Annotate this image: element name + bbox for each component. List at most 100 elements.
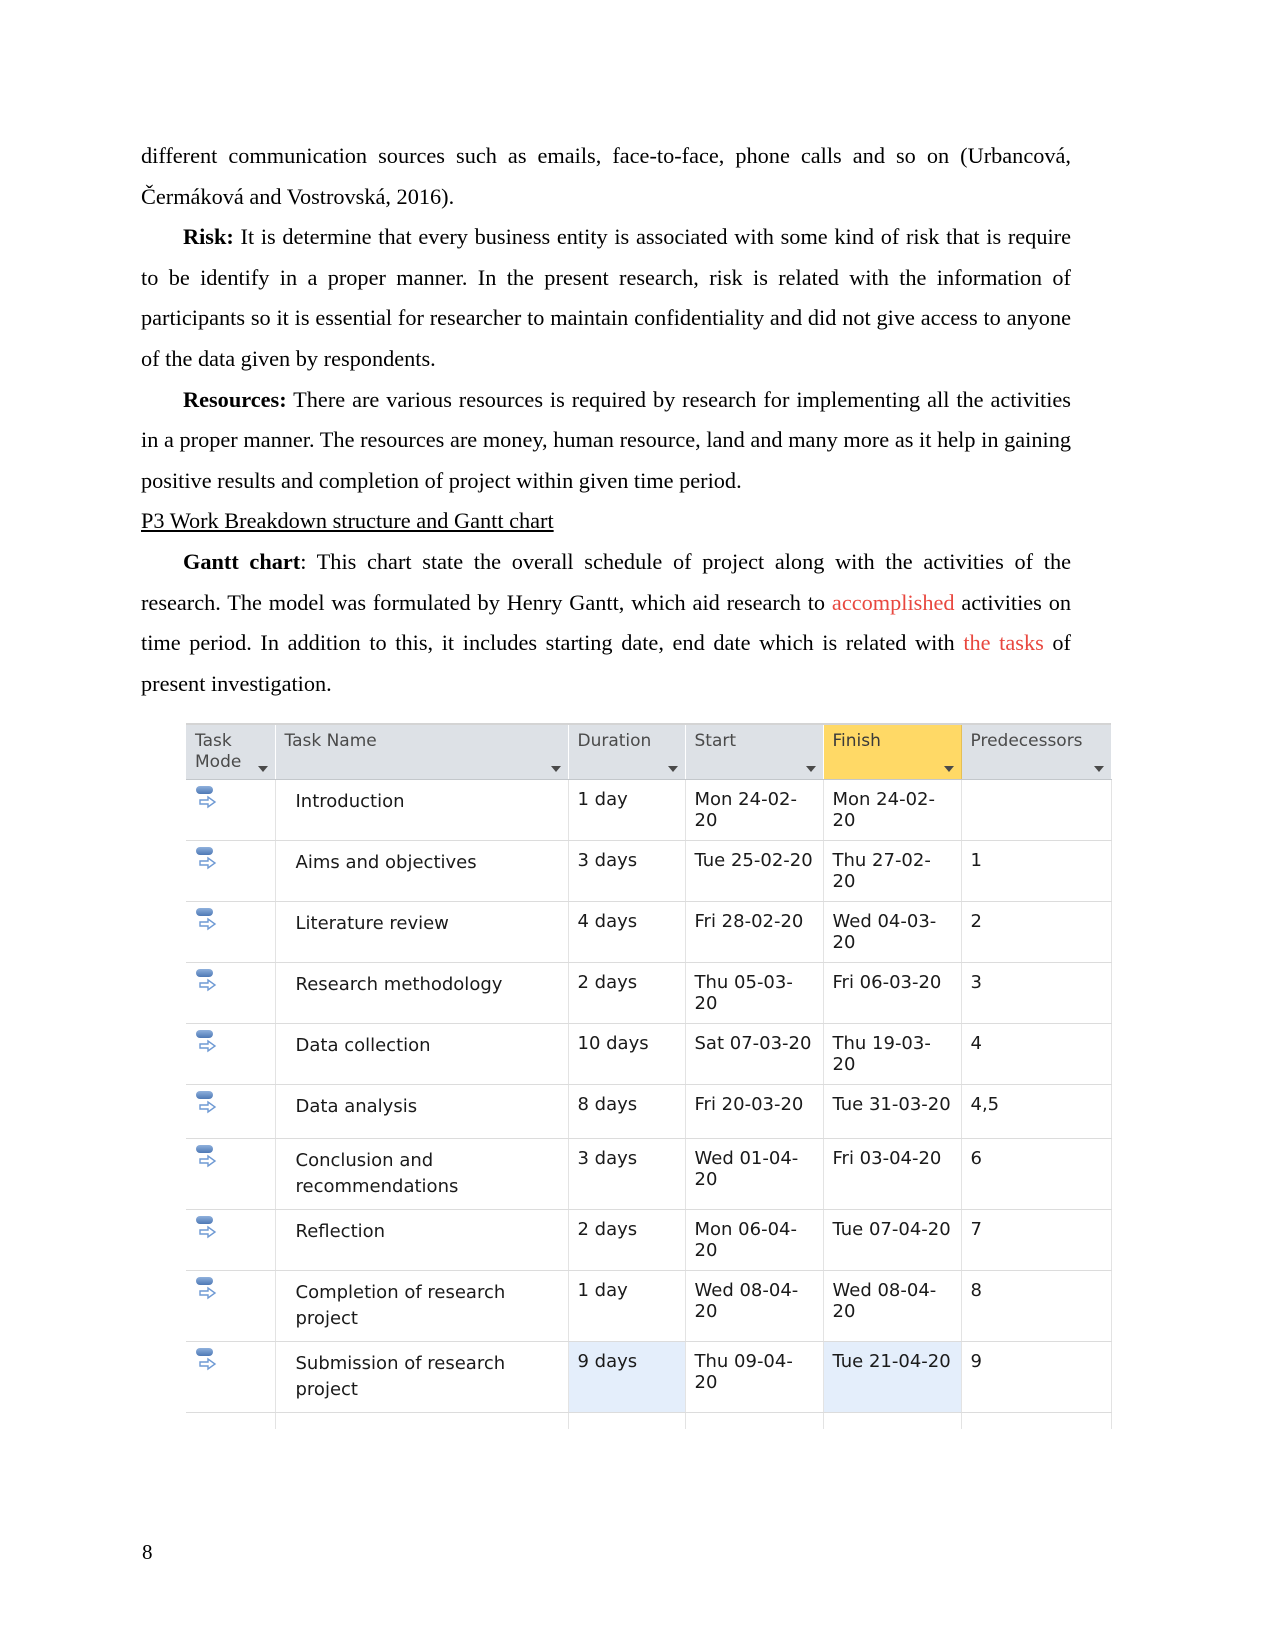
cell-start[interactable]: Fri 20-03-20 — [685, 1084, 824, 1139]
cell-task-name[interactable]: Data analysis — [275, 1084, 569, 1139]
filter-caret-icon-finish[interactable] — [943, 766, 954, 772]
cell-start[interactable]: Tue 25-02-20 — [685, 840, 824, 902]
cell-start[interactable]: Wed 01-04-20 — [685, 1138, 824, 1210]
cell-finish[interactable]: Mon 24-02-20 — [823, 779, 962, 841]
cell-predecessors[interactable]: 4,5 — [961, 1084, 1112, 1139]
cell-task-name[interactable]: Introduction — [275, 779, 569, 841]
cell-finish[interactable]: Wed 08-04-20 — [823, 1270, 962, 1342]
cell-task-mode[interactable] — [186, 1209, 276, 1271]
cell-start-text: Tue 25-02-20 — [694, 850, 813, 871]
cell-predecessors[interactable]: 8 — [961, 1270, 1112, 1342]
cell-duration[interactable]: 2 days — [568, 962, 686, 1024]
cell-task-name[interactable]: Research methodology — [275, 962, 569, 1024]
cell-task-name[interactable]: Data collection — [275, 1023, 569, 1085]
column-header-task-name-label: Task Name — [284, 731, 377, 751]
cell-duration[interactable]: 1 day — [568, 779, 686, 841]
cell-finish[interactable]: Tue 21-04-20 — [823, 1341, 962, 1413]
column-header-start[interactable]: Start — [685, 725, 824, 780]
cell-task-name[interactable]: Aims and objectives — [275, 840, 569, 902]
cell-task-mode[interactable] — [186, 1138, 276, 1210]
cell-duration[interactable]: 9 days — [568, 1341, 686, 1413]
table-row[interactable]: Completion of research project 1 day Wed 0… — [186, 1270, 1112, 1342]
cell-predecessors[interactable]: 1 — [961, 840, 1112, 902]
cell-start[interactable]: Thu 09-04-20 — [685, 1341, 824, 1413]
cell-finish[interactable]: Fri 03-04-20 — [823, 1138, 962, 1210]
table-row[interactable]: Aims and objectives 3 days Tue 25-02-20 Thu… — [186, 840, 1112, 902]
cell-task-name[interactable]: Submission of research project — [275, 1341, 569, 1413]
cell-task-mode[interactable] — [186, 1084, 276, 1139]
cell-predecessors[interactable] — [961, 779, 1112, 841]
cell-task-mode[interactable] — [186, 779, 276, 841]
cell-finish[interactable]: Wed 04-03-20 — [823, 901, 962, 963]
table-row[interactable]: Introduction 1 day Mon 24-02-20 Mon 24-02-2… — [186, 779, 1112, 841]
cell-predecessors-text: 8 — [970, 1280, 982, 1301]
cell-duration[interactable]: 3 days — [568, 1138, 686, 1210]
cell-duration[interactable]: 2 days — [568, 1209, 686, 1271]
cell-task-name[interactable]: Conclusion and recommendations — [275, 1138, 569, 1210]
table-row[interactable]: Conclusion and recommendations 3 days Wed … — [186, 1138, 1112, 1210]
cell-task-mode[interactable] — [186, 1341, 276, 1413]
table-row-empty[interactable] — [186, 1412, 1112, 1429]
table-row[interactable]: Submission of research project 9 days Thu … — [186, 1341, 1112, 1413]
column-header-duration[interactable]: Duration — [568, 725, 686, 780]
cell-finish[interactable]: Thu 27-02-20 — [823, 840, 962, 902]
table-row[interactable]: Reflection 2 days Mon 06-04-20 Tue 07-04-20… — [186, 1209, 1112, 1271]
cell-task-name[interactable]: Completion of research project — [275, 1270, 569, 1342]
cell-start[interactable]: Sat 07-03-20 — [685, 1023, 824, 1085]
cell-predecessors[interactable]: 2 — [961, 901, 1112, 963]
cell-start[interactable]: Mon 24-02-20 — [685, 779, 824, 841]
cell-start[interactable]: Thu 05-03-20 — [685, 962, 824, 1024]
filter-caret-icon-duration[interactable] — [667, 766, 678, 772]
column-header-task-name[interactable]: Task Name — [275, 725, 569, 780]
cell-predecessors[interactable]: 9 — [961, 1341, 1112, 1413]
filter-caret-icon-start[interactable] — [805, 766, 816, 772]
column-header-finish[interactable]: Finish — [823, 725, 962, 780]
cell-task-mode[interactable] — [186, 840, 276, 902]
table-row[interactable]: Data collection 10 days Sat 07-03-20 Thu 19… — [186, 1023, 1112, 1085]
cell-task-name[interactable]: Literature review — [275, 901, 569, 963]
cell-empty[interactable] — [823, 1412, 962, 1429]
filter-caret-icon-task-mode[interactable] — [257, 766, 268, 772]
cell-duration[interactable]: 3 days — [568, 840, 686, 902]
cell-duration[interactable]: 1 day — [568, 1270, 686, 1342]
cell-finish[interactable]: Tue 07-04-20 — [823, 1209, 962, 1271]
cell-task-mode[interactable] — [186, 1023, 276, 1085]
table-row[interactable]: Data analysis 8 days Fri 20-03-20 Tue 31-03… — [186, 1084, 1112, 1139]
filter-caret-icon-task-name[interactable] — [550, 766, 561, 772]
cell-predecessors-text: 1 — [970, 850, 982, 871]
cell-predecessors[interactable]: 3 — [961, 962, 1112, 1024]
cell-start[interactable]: Wed 08-04-20 — [685, 1270, 824, 1342]
cell-task-name-text: Research methodology — [295, 974, 503, 995]
paragraph-risk-lead: Risk: — [183, 224, 234, 250]
auto-schedule-icon — [196, 908, 218, 934]
cell-empty[interactable] — [961, 1412, 1112, 1429]
paragraph-gantt-chart: Gantt chart: This chart state the overal… — [141, 542, 1071, 704]
cell-start-text: Mon 06-04-20 — [694, 1219, 797, 1261]
cell-predecessors-text: 6 — [970, 1148, 982, 1169]
filter-caret-icon-predecessors[interactable] — [1093, 766, 1104, 772]
cell-start[interactable]: Mon 06-04-20 — [685, 1209, 824, 1271]
cell-task-mode[interactable] — [186, 1270, 276, 1342]
column-header-predecessors[interactable]: Predecessors — [961, 725, 1112, 780]
cell-predecessors[interactable]: 6 — [961, 1138, 1112, 1210]
cell-finish[interactable]: Fri 06-03-20 — [823, 962, 962, 1024]
column-header-task-mode[interactable]: Task Mode — [186, 725, 276, 780]
cell-predecessors[interactable]: 4 — [961, 1023, 1112, 1085]
cell-duration[interactable]: 8 days — [568, 1084, 686, 1139]
cell-task-name[interactable]: Reflection — [275, 1209, 569, 1271]
cell-finish[interactable]: Tue 31-03-20 — [823, 1084, 962, 1139]
cell-finish[interactable]: Thu 19-03-20 — [823, 1023, 962, 1085]
table-row[interactable]: Literature review 4 days Fri 28-02-20 Wed 0… — [186, 901, 1112, 963]
cell-task-mode[interactable] — [186, 901, 276, 963]
cell-empty[interactable] — [568, 1412, 686, 1429]
cell-duration[interactable]: 4 days — [568, 901, 686, 963]
cell-predecessors[interactable]: 7 — [961, 1209, 1112, 1271]
paragraph-resources: Resources: There are various resources i… — [141, 380, 1071, 502]
table-row[interactable]: Research methodology 2 days Thu 05-03-20 Fr… — [186, 962, 1112, 1024]
cell-task-mode[interactable] — [186, 962, 276, 1024]
cell-empty[interactable] — [275, 1412, 569, 1429]
cell-empty[interactable] — [186, 1412, 276, 1429]
cell-empty[interactable] — [685, 1412, 824, 1429]
cell-start[interactable]: Fri 28-02-20 — [685, 901, 824, 963]
cell-duration[interactable]: 10 days — [568, 1023, 686, 1085]
